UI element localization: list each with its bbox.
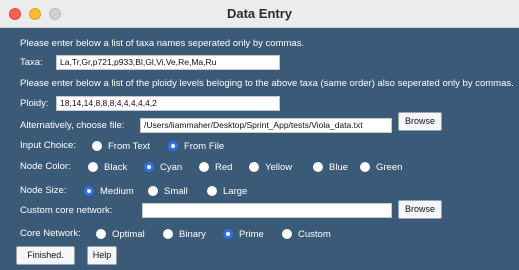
radio-label: Cyan — [160, 161, 183, 173]
radio-button-icon — [96, 229, 106, 239]
radio-button-icon — [207, 186, 217, 196]
radio-core-custom[interactable]: Custom — [282, 228, 331, 240]
radio-label: From Text — [108, 140, 151, 152]
radio-button-icon — [92, 141, 102, 151]
radio-label: Binary — [179, 228, 206, 240]
taxa-instruction: Please enter below a list of taxa names … — [20, 38, 305, 49]
custom-core-browse-button[interactable]: Browse — [398, 200, 442, 219]
taxa-input[interactable]: La,Tr,Gr,p721,p933,Bl,Gl,Vi,Ve,Re,Ma,Ru — [56, 55, 280, 70]
radio-core-binary[interactable]: Binary — [163, 228, 206, 240]
radio-core-optimal[interactable]: Optimal — [96, 228, 145, 240]
radio-label: Custom — [298, 228, 331, 240]
radio-button-selected-icon — [84, 186, 94, 196]
radio-button-icon — [360, 162, 370, 172]
ploidy-instruction: Please enter below a list of the ploidy … — [20, 78, 514, 89]
radio-label: From File — [184, 140, 225, 152]
radio-button-icon — [199, 162, 209, 172]
radio-color-green[interactable]: Green — [360, 161, 402, 173]
radio-label: Red — [215, 161, 233, 173]
radio-size-small[interactable]: Small — [148, 185, 188, 197]
radio-label: Large — [223, 185, 248, 197]
radio-color-blue[interactable]: Blue — [313, 161, 348, 173]
radio-core-prime[interactable]: Prime — [223, 228, 264, 240]
window-title: Data Entry — [226, 6, 293, 21]
radio-label: Black — [104, 161, 128, 173]
radio-size-medium[interactable]: Medium — [84, 185, 134, 197]
radio-button-selected-icon — [144, 162, 154, 172]
custom-core-label: Custom core network: — [20, 205, 113, 216]
file-browse-button[interactable]: Browse — [398, 112, 442, 131]
radio-button-icon — [163, 229, 173, 239]
radio-input-from-text[interactable]: From Text — [92, 140, 150, 152]
core-network-label: Core Network: — [20, 228, 81, 239]
radio-size-large[interactable]: Large — [207, 185, 247, 197]
finished-button[interactable]: Finished. — [16, 246, 75, 265]
file-path-input[interactable]: /Users/liammaher/Desktop/Sprint_App/test… — [140, 118, 392, 133]
radio-input-from-file[interactable]: From File — [168, 140, 224, 152]
radio-label: Medium — [100, 185, 134, 197]
title-bar: Data Entry — [0, 0, 519, 28]
taxa-label: Taxa: — [20, 57, 43, 68]
radio-label: Prime — [239, 228, 264, 240]
radio-button-icon — [88, 162, 98, 172]
radio-button-icon — [249, 162, 259, 172]
radio-label: Yellow — [265, 161, 293, 173]
radio-label: Small — [164, 185, 188, 197]
radio-button-selected-icon — [223, 229, 233, 239]
radio-color-black[interactable]: Black — [88, 161, 127, 173]
radio-button-selected-icon — [168, 141, 178, 151]
node-color-label: Node Color: — [20, 161, 71, 172]
file-label: Alternatively, choose file: — [20, 120, 125, 131]
radio-color-cyan[interactable]: Cyan — [144, 161, 182, 173]
radio-color-red[interactable]: Red — [199, 161, 232, 173]
form-panel: Please enter below a list of taxa names … — [0, 28, 519, 270]
radio-button-icon — [148, 186, 158, 196]
radio-button-icon — [313, 162, 323, 172]
custom-core-input[interactable] — [142, 203, 392, 218]
node-size-label: Node Size: — [20, 185, 67, 196]
input-choice-label: Input Choice: — [20, 140, 76, 151]
radio-label: Blue — [329, 161, 349, 173]
data-entry-window: Data Entry Please enter below a list of … — [0, 0, 519, 270]
ploidy-input[interactable]: 18,14,14,8,8,8,4,4,4,4,4,2 — [56, 96, 280, 111]
radio-label: Green — [376, 161, 403, 173]
help-button[interactable]: Help — [87, 246, 117, 265]
ploidy-label: Ploidy: — [20, 98, 49, 109]
radio-button-icon — [282, 229, 292, 239]
radio-label: Optimal — [112, 228, 145, 240]
radio-color-yellow[interactable]: Yellow — [249, 161, 292, 173]
